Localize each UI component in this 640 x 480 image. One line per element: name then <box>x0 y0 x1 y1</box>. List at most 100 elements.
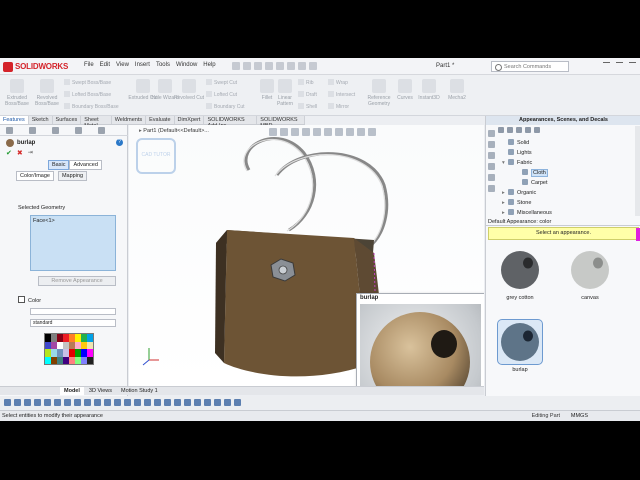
resources-icon[interactable] <box>487 130 495 137</box>
appearance-canvas[interactable]: canvas <box>564 248 616 301</box>
menu-window[interactable]: Window <box>176 62 197 68</box>
plane-icon[interactable] <box>174 399 181 406</box>
pushpin-icon[interactable]: ⇥ <box>28 149 33 157</box>
boundary-boss-button[interactable]: Boundary Boss/Base <box>64 103 119 110</box>
print-icon[interactable] <box>265 62 273 70</box>
spline-icon[interactable] <box>44 399 51 406</box>
point-icon[interactable] <box>54 399 61 406</box>
options-icon[interactable] <box>234 399 241 406</box>
extruded-boss-button[interactable]: Extruded Boss/Base <box>2 79 32 107</box>
home-icon[interactable] <box>516 127 522 133</box>
relation-icon[interactable] <box>104 399 111 406</box>
linear-pattern-button[interactable]: Linear Pattern <box>270 79 300 107</box>
render-icon[interactable] <box>224 399 231 406</box>
tree-item-organic[interactable]: ▸ Organic <box>498 188 640 198</box>
menu-edit[interactable]: Edit <box>100 62 110 68</box>
appearances-icon[interactable] <box>487 174 495 181</box>
arc-icon[interactable] <box>34 399 41 406</box>
appearance-grey-cotton[interactable]: grey cotton <box>494 248 546 301</box>
tab-weldments[interactable]: Weldments <box>112 116 147 124</box>
trim-icon[interactable] <box>64 399 71 406</box>
dimxpert-icon[interactable] <box>75 127 82 134</box>
tab-mapping[interactable]: Mapping <box>57 171 88 181</box>
appearance-icon[interactable] <box>214 399 221 406</box>
swept-boss-button[interactable]: Swept Boss/Base <box>64 79 111 86</box>
tab-motion-study[interactable]: Motion Study 1 <box>117 387 162 395</box>
tab-addins[interactable]: SOLIDWORKS Add-Ins <box>204 116 258 129</box>
dimension-icon[interactable] <box>94 399 101 406</box>
shell-button[interactable]: Shell <box>298 103 317 110</box>
tab-dimxpert[interactable]: DimXpert <box>175 116 205 124</box>
tree-scrollbar[interactable] <box>635 126 640 216</box>
tree-item-fabric[interactable]: ▾ Fabric <box>498 158 640 168</box>
rebuild-icon[interactable] <box>298 62 306 70</box>
tab-surfaces[interactable]: Surfaces <box>53 116 82 124</box>
forward-icon[interactable] <box>507 127 513 133</box>
custom-properties-icon[interactable] <box>487 185 495 192</box>
instant3d-button[interactable]: Instant3D <box>414 79 444 101</box>
wrap-button[interactable]: Wrap <box>328 79 348 86</box>
refresh-icon[interactable] <box>525 127 531 133</box>
tab-sheet-metal[interactable]: Sheet Metal <box>81 116 112 129</box>
palette-swatch[interactable] <box>87 334 93 342</box>
design-library-icon[interactable] <box>487 141 495 148</box>
tab-features[interactable]: Features <box>0 116 29 124</box>
palette-select[interactable]: standard <box>30 319 116 327</box>
tree-item-stone[interactable]: ▸ Stone <box>498 198 640 208</box>
search-commands-input[interactable]: Search Commands <box>491 61 569 72</box>
color-section-label[interactable]: Color <box>18 296 41 304</box>
lofted-boss-button[interactable]: Lofted Boss/Base <box>64 91 111 98</box>
tab-sketch[interactable]: Sketch <box>29 116 53 124</box>
rib-button[interactable]: Rib <box>298 79 314 86</box>
boundary-cut-button[interactable]: Boundary Cut <box>206 103 245 110</box>
measure-icon[interactable] <box>194 399 201 406</box>
revolve-icon[interactable] <box>124 399 131 406</box>
tree-item-cloth[interactable]: Cloth <box>498 168 640 178</box>
solidworks-logo[interactable]: SOLIDWORKS <box>3 61 68 72</box>
mecha2-button[interactable]: Mecha2 <box>442 79 472 101</box>
select-icon[interactable] <box>287 62 295 70</box>
tab-evaluate[interactable]: Evaluate <box>146 116 175 124</box>
undo-icon[interactable] <box>276 62 284 70</box>
menu-insert[interactable]: Insert <box>135 62 150 68</box>
back-icon[interactable] <box>498 127 504 133</box>
mirror-button[interactable]: Mirror <box>328 103 349 110</box>
tab-mbd[interactable]: SOLIDWORKS MBD <box>257 116 305 129</box>
pattern-icon[interactable] <box>164 399 171 406</box>
options-icon[interactable] <box>309 62 317 70</box>
tab-model[interactable]: Model <box>60 387 84 395</box>
tree-item-carpet[interactable]: Carpet <box>498 178 640 188</box>
color-palette[interactable] <box>44 333 94 365</box>
offset-icon[interactable] <box>74 399 81 406</box>
lofted-cut-button[interactable]: Lofted Cut <box>206 91 237 98</box>
feature-tree-icon[interactable] <box>6 127 13 134</box>
line-icon[interactable] <box>4 399 11 406</box>
restore-icon[interactable] <box>629 62 636 69</box>
up-icon[interactable] <box>534 127 540 133</box>
palette-swatch[interactable] <box>87 341 93 349</box>
color-swatch[interactable] <box>30 308 116 315</box>
graphics-area[interactable]: Part1 (Default<<Default>... CAD TUTOR <box>129 125 484 386</box>
chamfer-icon[interactable] <box>144 399 151 406</box>
help-icon[interactable]: ? <box>116 139 123 146</box>
status-units[interactable]: MMGS <box>571 411 588 421</box>
menu-help[interactable]: Help <box>203 62 215 68</box>
basic-button[interactable]: Basic <box>48 160 70 170</box>
advanced-button[interactable]: Advanced <box>69 160 102 170</box>
shell-icon[interactable] <box>154 399 161 406</box>
ok-icon[interactable]: ✔ <box>6 149 12 157</box>
swept-cut-button[interactable]: Swept Cut <box>206 79 237 86</box>
menu-file[interactable]: File <box>84 62 94 68</box>
menu-tools[interactable]: Tools <box>156 62 170 68</box>
face-item[interactable]: Face<1> <box>33 218 55 224</box>
selected-geometry-list[interactable]: Face<1> <box>30 215 116 271</box>
tree-item-lights[interactable]: Lights <box>498 148 640 158</box>
mirror-icon[interactable] <box>84 399 91 406</box>
tab-color-image[interactable]: Color/Image <box>16 171 54 181</box>
minimize-icon[interactable] <box>616 62 623 69</box>
draft-button[interactable]: Draft <box>298 91 317 98</box>
circle-icon[interactable] <box>24 399 31 406</box>
file-explorer-icon[interactable] <box>487 152 495 159</box>
rectangle-icon[interactable] <box>14 399 21 406</box>
menu-view[interactable]: View <box>116 62 129 68</box>
